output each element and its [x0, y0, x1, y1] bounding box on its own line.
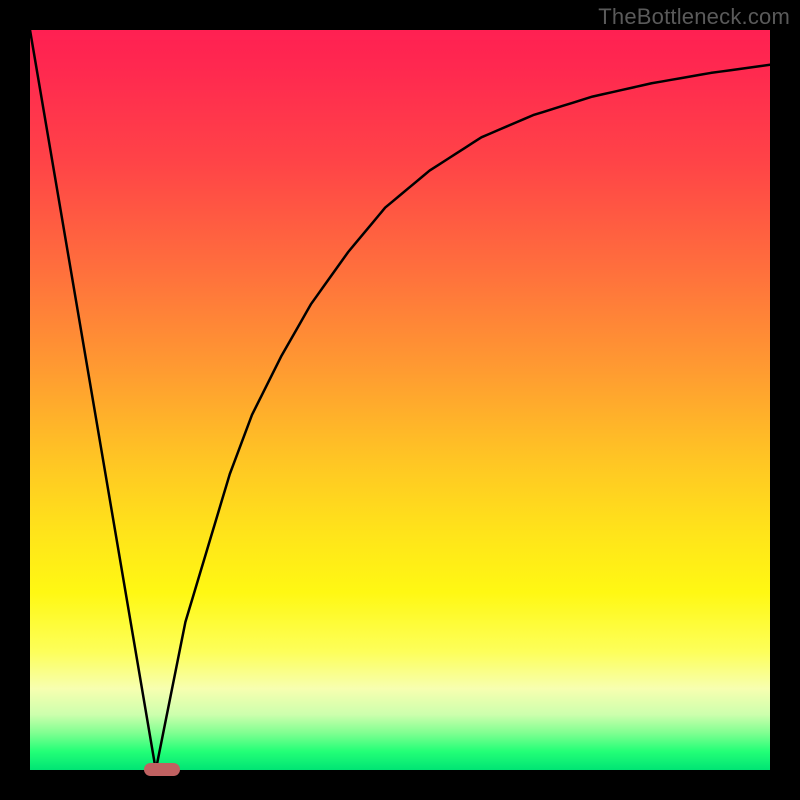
- bottleneck-marker: [144, 763, 180, 776]
- chart-frame: TheBottleneck.com: [0, 0, 800, 800]
- plot-area: [30, 30, 770, 770]
- right-curve-line: [156, 65, 770, 770]
- left-descent-line: [30, 30, 156, 770]
- curve-overlay: [30, 30, 770, 770]
- attribution-text: TheBottleneck.com: [598, 4, 790, 30]
